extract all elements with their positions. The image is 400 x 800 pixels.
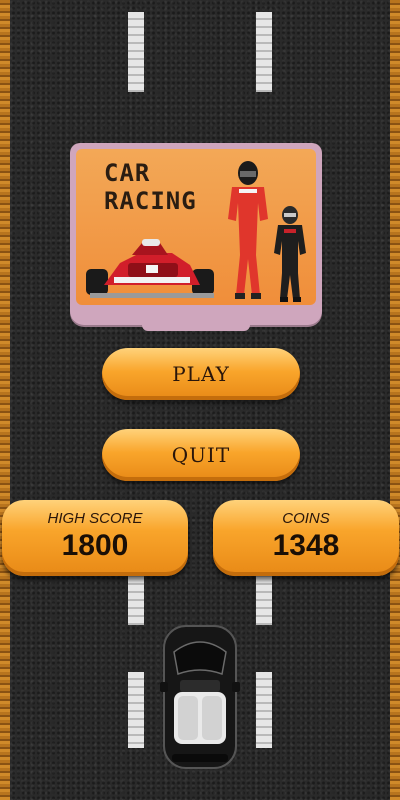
race-car-illustration [86,239,214,298]
high-score-label: HIGH SCORE [47,510,143,527]
high-score-value: 1800 [61,529,129,562]
high-score-panel: HIGH SCORE 1800 [2,500,188,576]
quit-button-label: QUIT [171,443,231,467]
coins-value: 1348 [272,529,340,562]
player-car [160,625,240,769]
coins-panel: COINS 1348 [213,500,399,576]
game-title-line2: RACING [104,187,197,215]
road-edge-right [390,0,400,800]
game-title: CAR RACING [104,159,204,215]
lane-marking [256,672,272,748]
road-edge-left [0,0,10,800]
lane-marking [128,672,144,748]
race-drivers-illustration [228,161,306,302]
coins-label: COINS [282,510,330,527]
play-button[interactable]: PLAY [102,348,300,400]
quit-button[interactable]: QUIT [102,429,300,481]
lane-marking [256,12,272,92]
game-title-line1: CAR [104,159,151,187]
play-button-label: PLAY [172,362,230,386]
lane-marking [128,12,144,92]
title-banner: CAR RACING [70,143,322,331]
game-screen: CAR RACING PLAY QUIT HIGH SCORE 1800 COI… [0,0,400,800]
